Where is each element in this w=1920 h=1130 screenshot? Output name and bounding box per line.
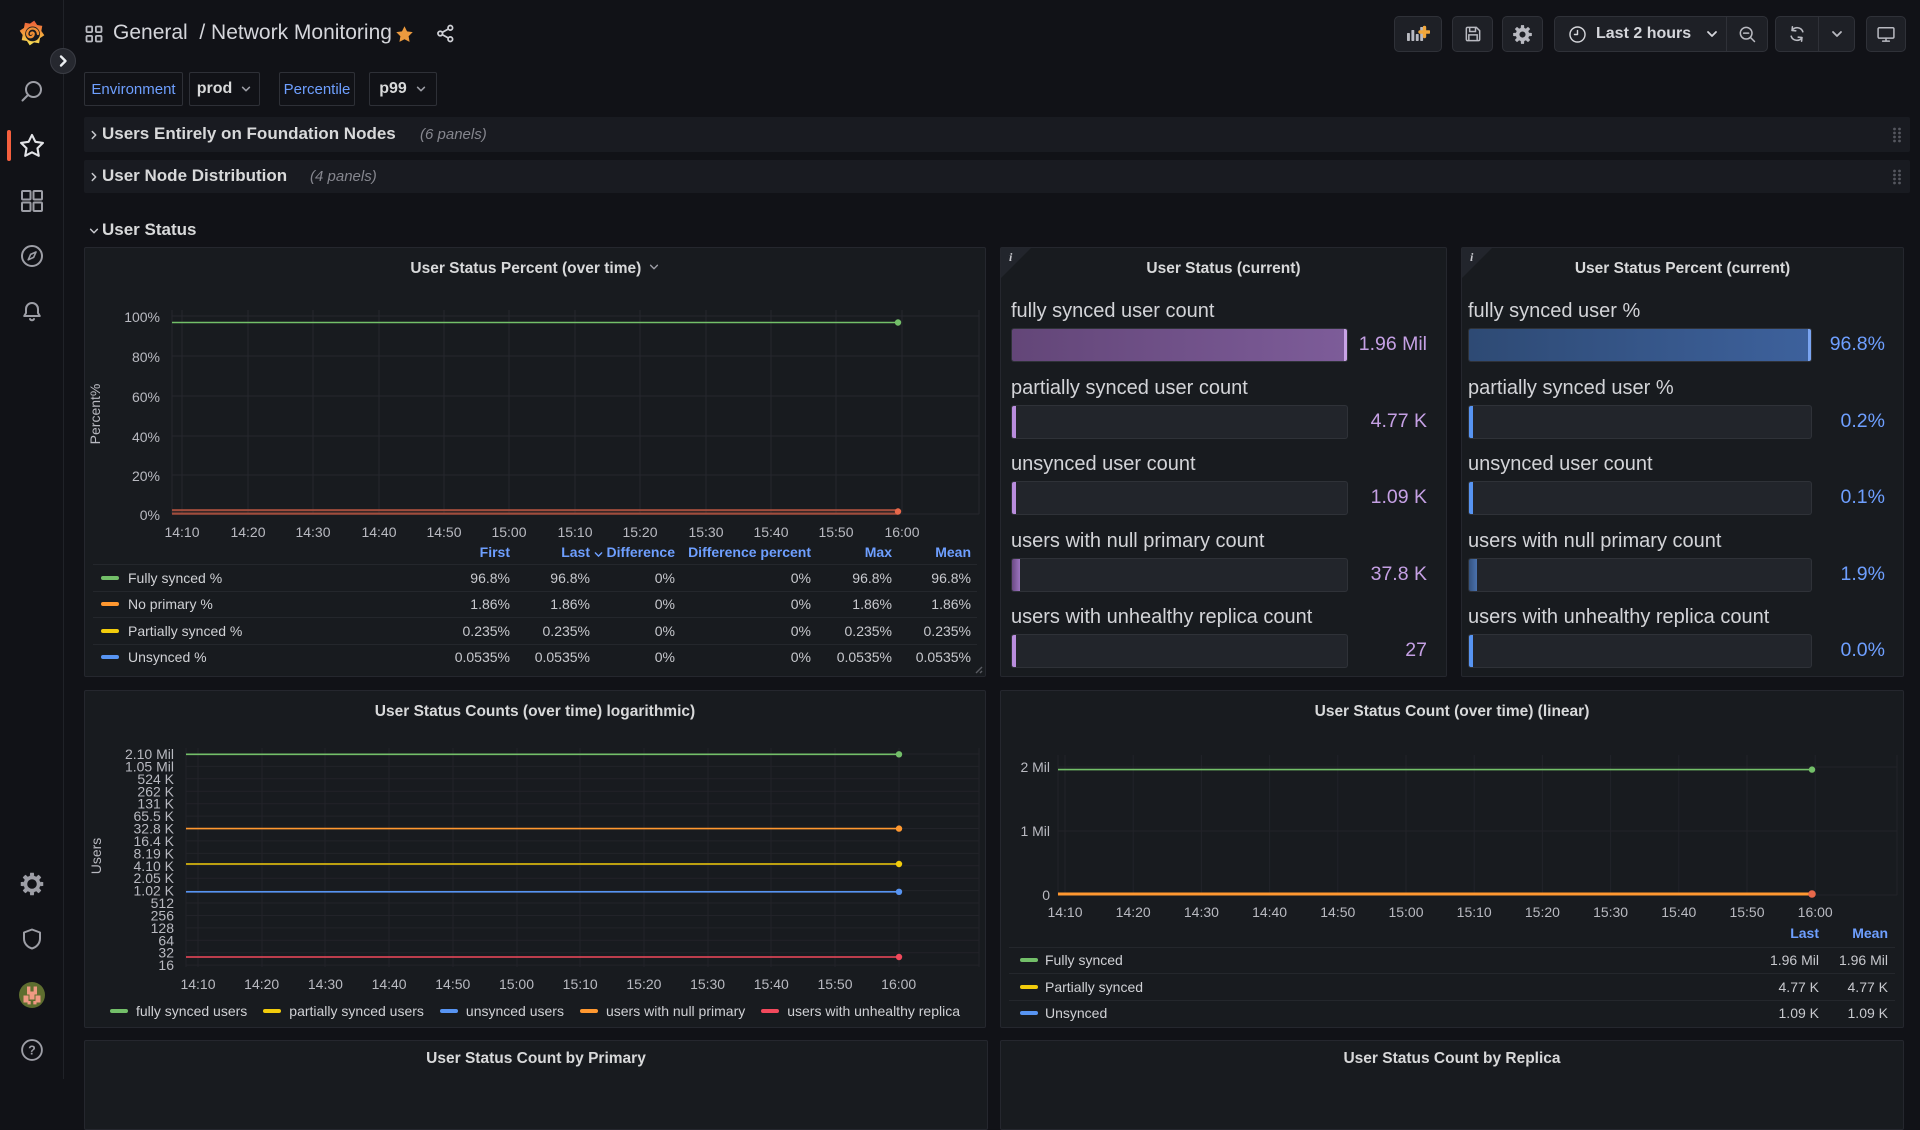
svg-text:14:30: 14:30 [308, 976, 343, 992]
svg-text:15:30: 15:30 [690, 976, 725, 992]
svg-text:14:10: 14:10 [1047, 904, 1082, 920]
svg-text:1 Mil: 1 Mil [1020, 823, 1050, 839]
svg-text:14:50: 14:50 [1320, 904, 1355, 920]
svg-text:?: ? [28, 1043, 36, 1057]
svg-text:14:20: 14:20 [244, 976, 279, 992]
svg-text:14:40: 14:40 [1252, 904, 1287, 920]
svg-text:15:40: 15:40 [754, 976, 789, 992]
svg-text:Users: Users [88, 838, 104, 875]
svg-text:0: 0 [1042, 887, 1050, 903]
svg-text:14:30: 14:30 [1184, 904, 1219, 920]
svg-text:14:50: 14:50 [435, 976, 470, 992]
svg-text:15:00: 15:00 [1388, 904, 1423, 920]
svg-text:14:40: 14:40 [372, 976, 407, 992]
svg-text:15:20: 15:20 [1525, 904, 1560, 920]
svg-text:15:20: 15:20 [626, 976, 661, 992]
svg-text:15:40: 15:40 [1661, 904, 1696, 920]
svg-text:15:10: 15:10 [563, 976, 598, 992]
svg-text:15:10: 15:10 [1457, 904, 1492, 920]
svg-text:15:50: 15:50 [1729, 904, 1764, 920]
svg-text:16:00: 16:00 [881, 976, 916, 992]
svg-text:14:20: 14:20 [1116, 904, 1151, 920]
svg-text:2 Mil: 2 Mil [1020, 759, 1050, 775]
svg-text:16: 16 [158, 957, 174, 973]
svg-text:14:10: 14:10 [180, 976, 215, 992]
svg-text:16:00: 16:00 [1798, 904, 1833, 920]
svg-text:15:00: 15:00 [499, 976, 534, 992]
svg-text:15:30: 15:30 [1593, 904, 1628, 920]
svg-text:15:50: 15:50 [817, 976, 852, 992]
